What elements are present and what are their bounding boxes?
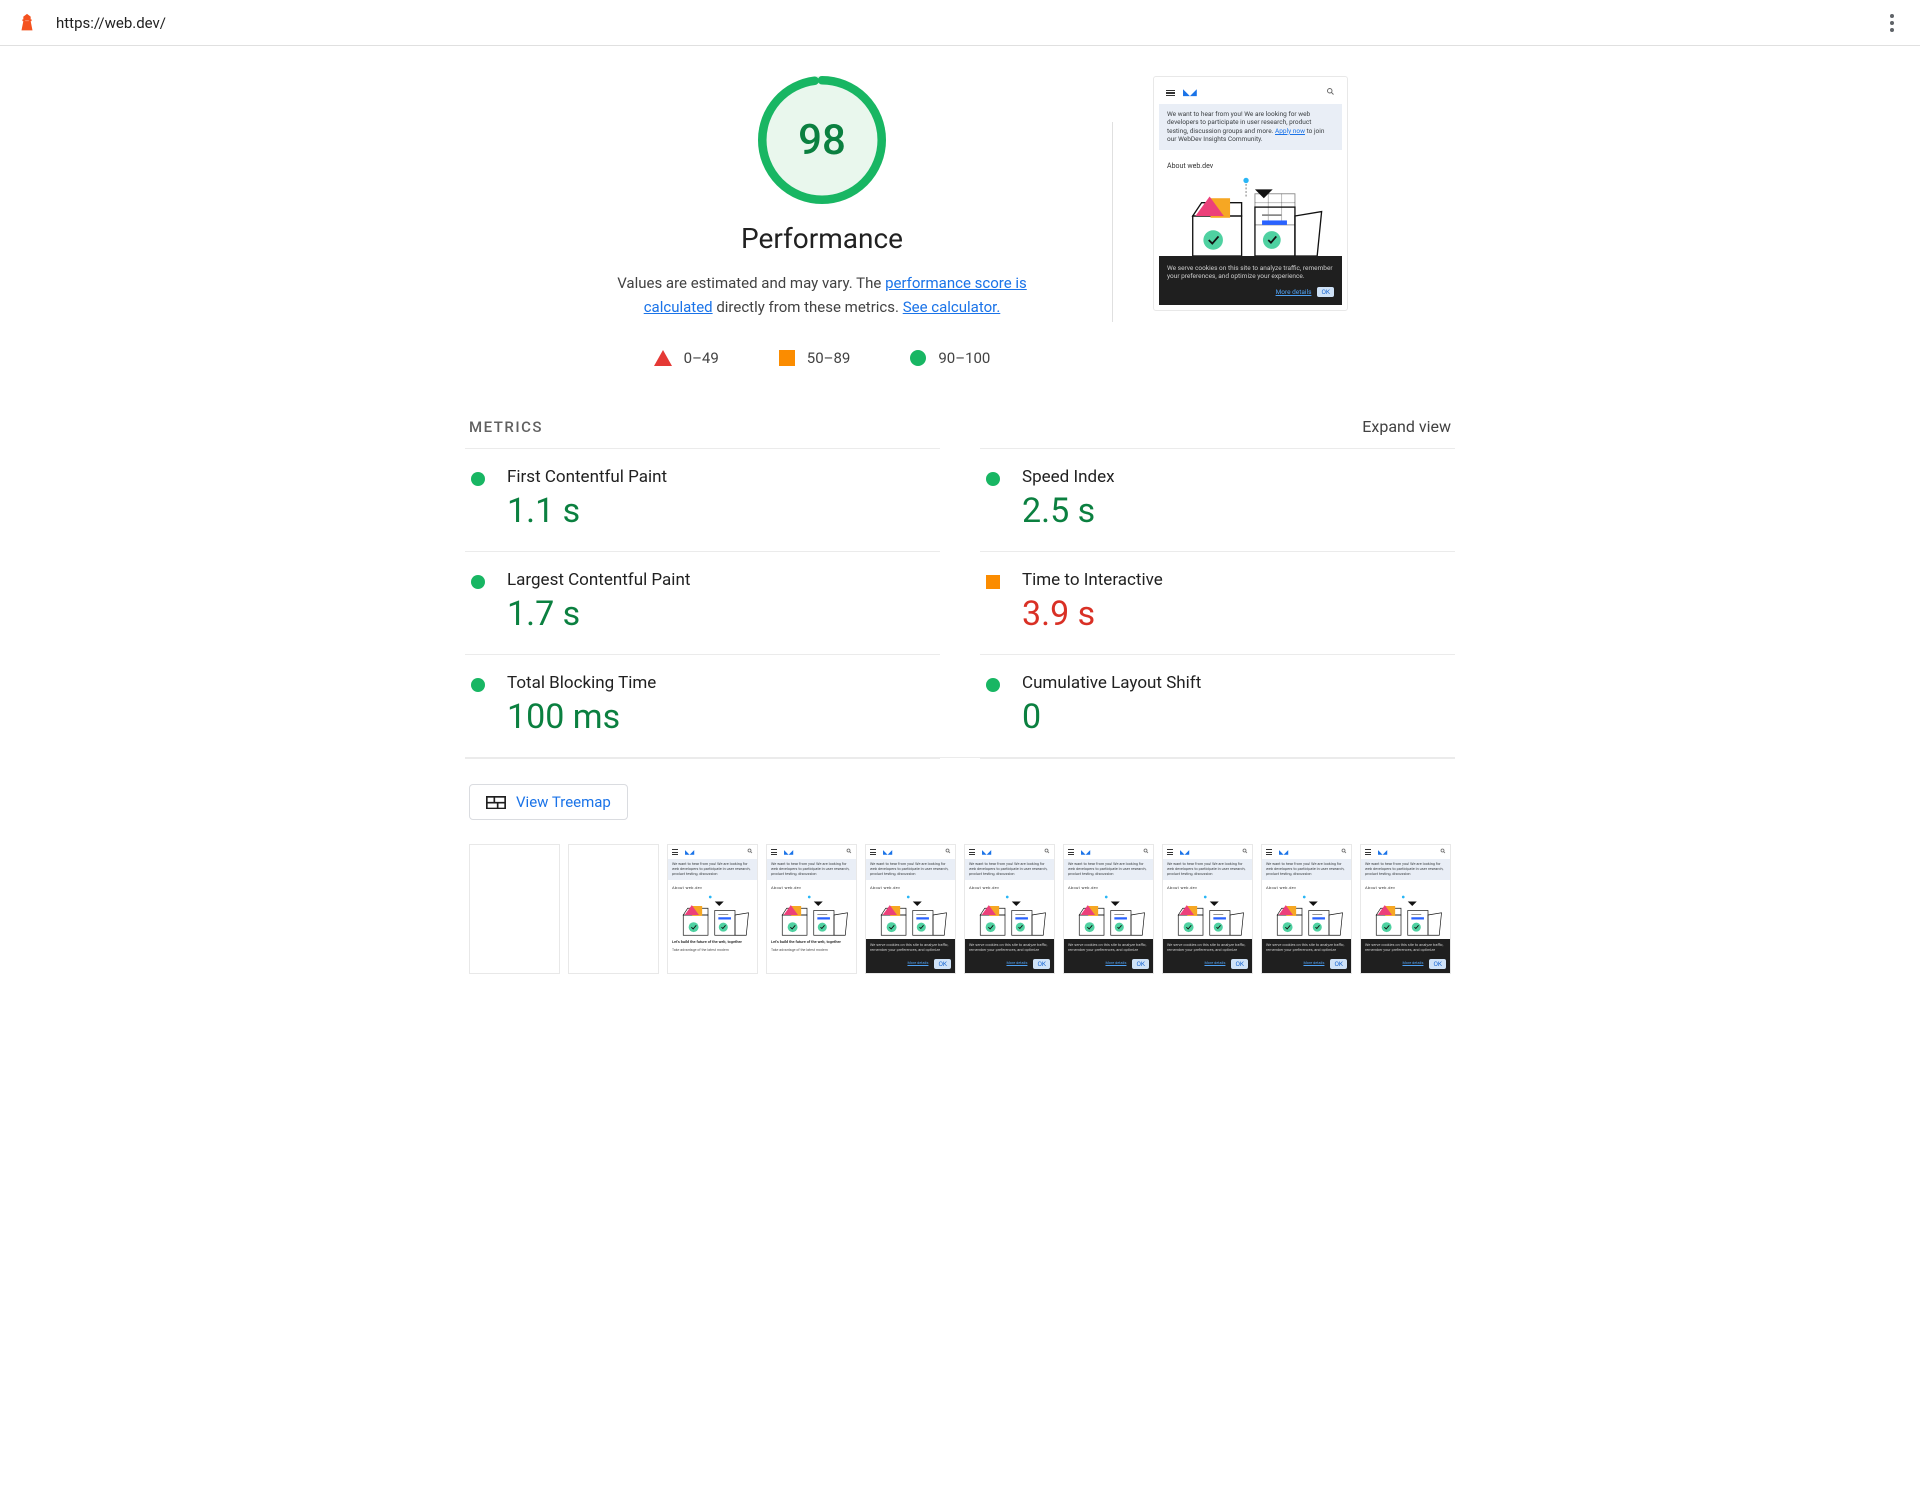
filmstrip-thumbnail[interactable]: ◣◢We want to hear from you! We are looki…: [667, 844, 758, 974]
filmstrip-thumbnail[interactable]: [568, 844, 659, 974]
metric-value: 3.9 s: [1022, 594, 1449, 634]
filmstrip-thumbnail[interactable]: [469, 844, 560, 974]
metric-name: Largest Contentful Paint: [507, 570, 934, 590]
filmstrip-thumbnail[interactable]: ◣◢We want to hear from you! We are looki…: [766, 844, 857, 974]
circle-icon: [910, 350, 926, 366]
metric-value: 1.7 s: [507, 594, 934, 634]
category-title: Performance: [572, 222, 1072, 255]
score-section: 98 Performance Values are estimated and …: [572, 76, 1072, 367]
metric-item[interactable]: Total Blocking Time 100 ms: [465, 654, 940, 757]
filmstrip-thumbnail[interactable]: ◣◢We want to hear from you! We are looki…: [1261, 844, 1352, 974]
metric-value: 100 ms: [507, 697, 934, 737]
filmstrip-thumbnail[interactable]: ◣◢We want to hear from you! We are looki…: [964, 844, 1055, 974]
metric-name: First Contentful Paint: [507, 467, 934, 487]
score-description: Values are estimated and may vary. The p…: [572, 271, 1072, 319]
metric-name: Cumulative Layout Shift: [1022, 673, 1449, 693]
status-dot: [471, 472, 485, 486]
metric-value: 0: [1022, 697, 1449, 737]
performance-gauge[interactable]: 98: [758, 76, 886, 204]
topbar: https://web.dev/: [0, 0, 1920, 46]
metric-value: 1.1 s: [507, 491, 934, 531]
metric-item[interactable]: Time to Interactive 3.9 s: [980, 551, 1455, 654]
metrics-grid: First Contentful Paint 1.1 s Speed Index 2.…: [465, 448, 1455, 757]
metric-name: Total Blocking Time: [507, 673, 934, 693]
report-url: https://web.dev/: [56, 14, 1880, 32]
tools-menu-button[interactable]: [1880, 11, 1904, 35]
status-dot: [986, 472, 1000, 486]
score-legend: 0–49 50–89 90–100: [572, 349, 1072, 367]
metrics-heading: METRICS: [469, 418, 543, 436]
calculator-link[interactable]: See calculator.: [903, 298, 1001, 316]
status-dot: [471, 678, 485, 692]
expand-view-toggle[interactable]: Expand view: [1362, 417, 1451, 436]
filmstrip-thumbnail[interactable]: ◣◢We want to hear from you! We are looki…: [865, 844, 956, 974]
status-dot: [986, 678, 1000, 692]
lighthouse-icon: [16, 12, 38, 34]
final-screenshot[interactable]: ◣◢ We want to hear from you! We are look…: [1153, 76, 1348, 311]
metric-item[interactable]: Largest Contentful Paint 1.7 s: [465, 551, 940, 654]
filmstrip: ◣◢We want to hear from you! We are looki…: [465, 844, 1455, 974]
metric-item[interactable]: Cumulative Layout Shift 0: [980, 654, 1455, 757]
square-icon: [779, 350, 795, 366]
webdev-logo-icon: ◣◢: [1183, 88, 1197, 98]
filmstrip-thumbnail[interactable]: ◣◢We want to hear from you! We are looki…: [1063, 844, 1154, 974]
gauge-score: 98: [798, 116, 846, 165]
status-dot: [471, 575, 485, 589]
search-icon: [1326, 87, 1335, 99]
metric-name: Time to Interactive: [1022, 570, 1449, 590]
metric-value: 2.5 s: [1022, 491, 1449, 531]
metric-item[interactable]: First Contentful Paint 1.1 s: [465, 448, 940, 551]
metric-item[interactable]: Speed Index 2.5 s: [980, 448, 1455, 551]
view-treemap-button[interactable]: View Treemap: [469, 784, 628, 820]
filmstrip-thumbnail[interactable]: ◣◢We want to hear from you! We are looki…: [1162, 844, 1253, 974]
hamburger-icon: [1166, 90, 1175, 97]
treemap-icon: [486, 795, 506, 809]
metric-name: Speed Index: [1022, 467, 1449, 487]
vertical-divider: [1112, 122, 1113, 322]
filmstrip-thumbnail[interactable]: ◣◢We want to hear from you! We are looki…: [1360, 844, 1451, 974]
triangle-icon: [654, 350, 672, 366]
status-dot: [986, 575, 1000, 589]
